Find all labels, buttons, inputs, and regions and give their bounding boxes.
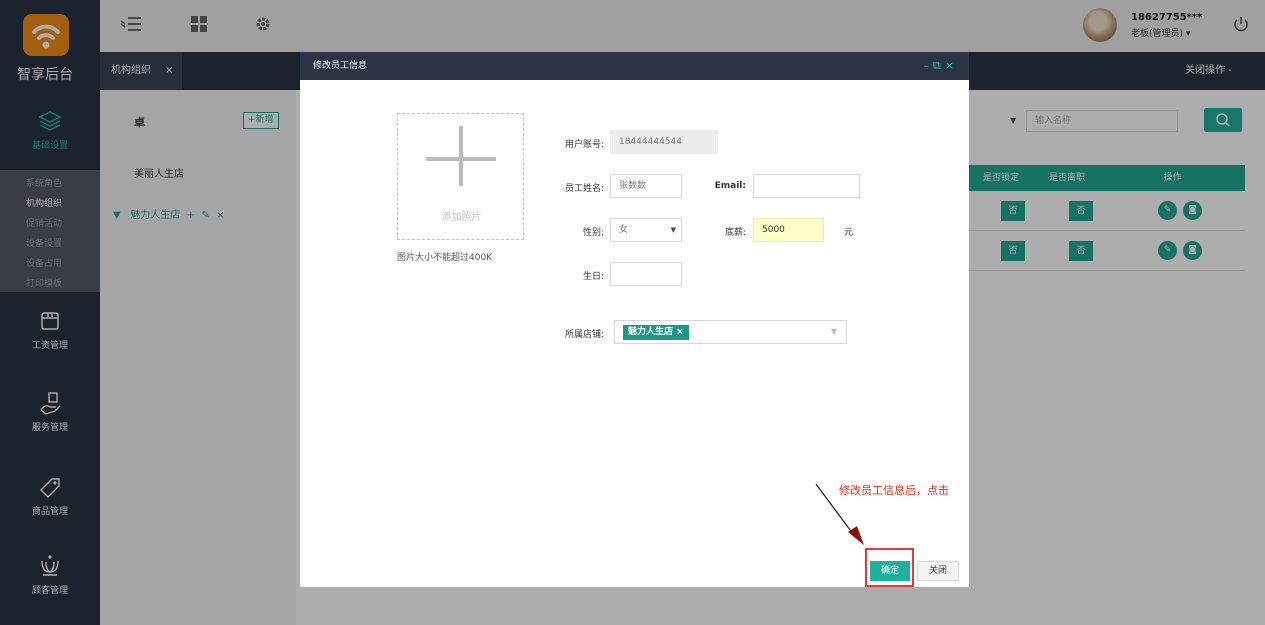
store-tag: 魅力人生店 ×: [623, 325, 689, 340]
close-icon[interactable]: ×: [945, 59, 958, 72]
salary-unit: 元: [843, 228, 853, 238]
annotation-arrow-icon: [815, 483, 864, 545]
account-field: 18444444544: [610, 130, 718, 154]
add-photo-upload[interactable]: 添加照片: [397, 113, 524, 240]
name-label: 员工姓名:: [564, 184, 604, 194]
photo-size-note: 图片大小不能超过400K: [397, 253, 493, 263]
birthday-field[interactable]: [610, 262, 682, 286]
minimize-icon[interactable]: –: [923, 59, 933, 72]
plus-icon-vertical: [459, 126, 463, 186]
email-label: Email:: [714, 181, 746, 191]
store-multiselect[interactable]: 魅力人生店 × ▼: [614, 320, 847, 344]
dialog-header: 修改员工信息 –⧉×: [300, 52, 969, 80]
close-button[interactable]: 关闭: [917, 561, 959, 581]
chevron-down-icon: ▼: [670, 226, 676, 234]
name-field[interactable]: 张数数: [610, 174, 682, 198]
chevron-down-icon: ▼: [830, 327, 837, 336]
dialog-window-controls: –⧉×: [923, 52, 958, 80]
maximize-icon[interactable]: ⧉: [933, 59, 945, 72]
store-label: 所属店铺:: [564, 330, 604, 340]
gender-label: 性别:: [582, 228, 604, 238]
salary-label: 底薪:: [724, 228, 746, 238]
gender-select[interactable]: 女 ▼: [610, 218, 682, 242]
tag-remove-icon[interactable]: ×: [676, 327, 684, 337]
email-field[interactable]: [753, 174, 860, 198]
dialog-title: 修改员工信息: [313, 61, 368, 71]
birthday-label: 生日:: [582, 272, 604, 282]
salary-field[interactable]: 5000: [753, 218, 824, 242]
add-photo-label: 添加照片: [441, 212, 482, 223]
gender-value: 女: [619, 225, 629, 235]
confirm-highlight-box: [865, 548, 914, 587]
account-label: 用户账号:: [564, 140, 604, 150]
